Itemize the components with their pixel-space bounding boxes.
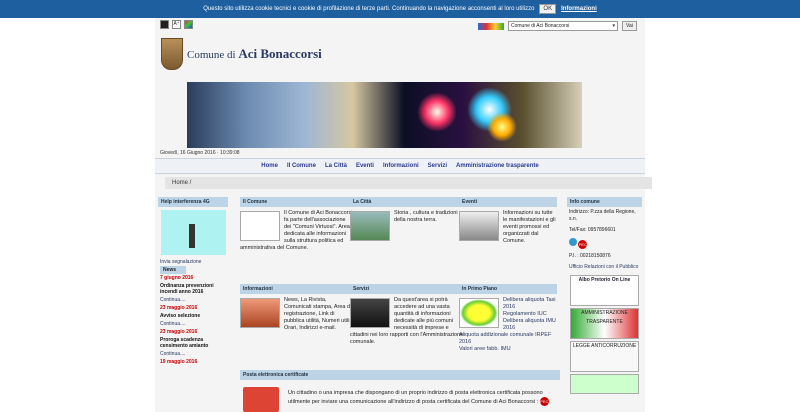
card-title: In Primo Piano	[459, 284, 557, 294]
pec-section: Posta elettronica certificate Un cittadi…	[240, 370, 560, 412]
pec-title: Posta elettronica certificate	[240, 370, 560, 380]
main-nav: Home Il Comune La Città Eventi Informazi…	[155, 158, 645, 174]
header-banner-image	[187, 82, 582, 148]
primo-link[interactable]: Aliquota addizionale comunale IRPEF 2016	[459, 332, 557, 346]
sidebar-title: Help interferenza 4G	[158, 197, 228, 207]
news-continue-link[interactable]: Continua....	[158, 296, 228, 304]
pec-icon[interactable]: PEC	[578, 240, 588, 249]
news-date: 7 giugno 2016	[160, 275, 194, 281]
nav-citta[interactable]: La Città	[325, 163, 347, 169]
smiley-thumb	[459, 298, 499, 328]
right-sidebar: Info comune Indirizzo: P.zza della Regio…	[567, 197, 642, 396]
card-comune: Il Comune Il Comune di Aci Bonaccorsi fa…	[240, 197, 354, 252]
antenna-icon	[188, 224, 195, 248]
pec-badge-icon[interactable]: PEC	[539, 397, 549, 406]
card-title[interactable]: Informazioni	[240, 284, 354, 294]
nav-informazioni[interactable]: Informazioni	[383, 163, 419, 169]
google-logo-icon	[478, 22, 504, 30]
brand-name: Aci Bonaccorsi	[238, 46, 322, 61]
card-text: Informazioni su tutte le manifestazioni …	[503, 210, 556, 244]
transparency-banner[interactable]: AMMINISTRAZIONE TRASPARENTE	[570, 308, 639, 339]
brand-prefix: Comune di	[187, 49, 236, 61]
card-citta: La Città Storia , cultura e tradizioni d…	[350, 197, 464, 243]
anticorruption-banner[interactable]: LEGGE ANTICORRUZIONE	[570, 341, 639, 372]
breadcrumb: Home /	[165, 177, 652, 189]
site-logo[interactable]: Comune di Aci Bonaccorsi	[161, 38, 322, 70]
report-link[interactable]: Invia segnalazione	[158, 258, 228, 266]
services-thumb[interactable]	[350, 298, 390, 328]
site-title: Comune di Aci Bonaccorsi	[187, 46, 322, 62]
address: Indirizzo: P.zza della Regione, s.n.	[569, 209, 636, 222]
card-title[interactable]: Il Comune	[240, 197, 354, 207]
site-search: Comune di Aci Bonaccorsi Vai	[478, 21, 637, 31]
breadcrumb-home[interactable]: Home	[172, 180, 188, 186]
card-title[interactable]: La Città	[350, 197, 464, 207]
cookie-ok-button[interactable]: OK	[539, 4, 557, 14]
crest-icon	[161, 38, 183, 70]
email-icon[interactable]	[569, 238, 577, 246]
cookie-text: Questo sito utilizza cookie tecnici e co…	[203, 6, 535, 12]
news-header: News	[160, 266, 186, 274]
urp-link[interactable]: Ufficio Relazioni con il Pubblico	[567, 262, 642, 273]
news-continue-link[interactable]: Continua....	[158, 320, 228, 328]
firework-decoration	[417, 92, 457, 132]
interference-image[interactable]	[160, 210, 226, 255]
news-title[interactable]: Ordinanza prevenzioni incendi anno 2016	[158, 282, 228, 296]
info-title: Info comune	[567, 197, 642, 207]
vat-number: P.I. : 00218150876	[569, 253, 611, 259]
primo-link[interactable]: Valori aree fabb. IMU	[459, 346, 557, 353]
card-text: News, La Rivista, Comunicati stampa, Are…	[284, 297, 352, 331]
contact-icons: PEC	[567, 236, 642, 251]
contrast-toggle-icon[interactable]	[160, 20, 169, 29]
nav-home[interactable]: Home	[261, 163, 278, 169]
mail-icon	[243, 387, 279, 412]
card-informazioni: Informazioni News, La Rivista, Comunicat…	[240, 284, 354, 332]
card-text: Storia , cultura e tradizioni della nost…	[394, 210, 458, 223]
firework-decoration	[487, 112, 517, 142]
site-select[interactable]: Comune di Aci Bonaccorsi	[508, 21, 618, 31]
news-title[interactable]: Proroga scadenza censimento amianto	[158, 336, 228, 350]
extra-banner[interactable]	[570, 374, 639, 394]
telephone: Tel/Fax: 0957896601	[569, 227, 616, 233]
card-title[interactable]: Eventi	[459, 197, 557, 207]
city-thumb[interactable]	[350, 211, 390, 241]
nav-servizi[interactable]: Servizi	[428, 163, 447, 169]
nav-trasparenza[interactable]: Amministrazione trasparente	[456, 163, 539, 169]
info-thumb[interactable]	[240, 298, 280, 328]
search-go-button[interactable]: Vai	[622, 21, 637, 31]
left-sidebar: Help interferenza 4G Invia segnalazione …	[158, 197, 228, 412]
card-primo-piano: In Primo Piano Delibera aliquota Tasi 20…	[459, 284, 557, 353]
logo-thumb[interactable]	[240, 211, 280, 241]
card-title[interactable]: Servizi	[350, 284, 464, 294]
nav-comune[interactable]: Il Comune	[287, 163, 316, 169]
card-servizi: Servizi Da quest'area si potrà accedere …	[350, 284, 464, 346]
news-date: 23 maggio 2016	[160, 329, 198, 335]
cookie-banner: Questo sito utilizza cookie tecnici e co…	[0, 0, 800, 18]
pec-text: Un cittadino o una impresa che dispongan…	[288, 390, 549, 406]
cookie-info-link[interactable]: Informazioni	[561, 6, 597, 12]
news-date: 19 maggio 2016	[160, 359, 198, 365]
albo-pretorio-banner[interactable]: Albo Pretorio On Line	[570, 275, 639, 306]
current-date: Giovedì, 16 Giugno 2016 · 10:39:08	[160, 150, 240, 156]
news-date: 23 maggio 2016	[160, 305, 198, 311]
color-palette-icon[interactable]	[184, 20, 193, 29]
events-thumb[interactable]	[459, 211, 499, 241]
news-continue-link[interactable]: Continua....	[158, 350, 228, 358]
nav-eventi[interactable]: Eventi	[356, 163, 374, 169]
accessibility-toolbar: A⁺	[160, 20, 193, 29]
font-size-button[interactable]: A⁺	[172, 20, 181, 29]
card-eventi: Eventi Informazioni su tutte le manifest…	[459, 197, 557, 245]
news-title[interactable]: Avviso selezione	[158, 312, 228, 320]
